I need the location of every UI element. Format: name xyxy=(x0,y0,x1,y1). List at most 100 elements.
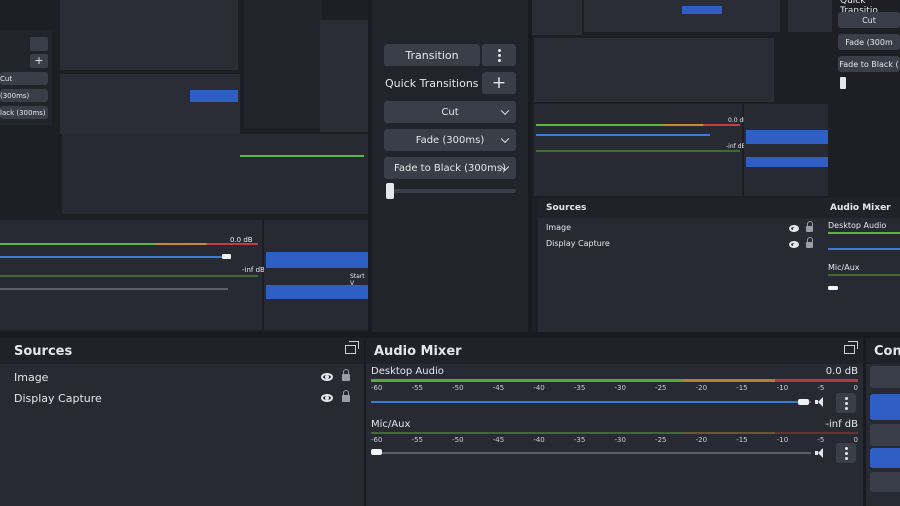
nested-channel-label: Mic/Aux xyxy=(828,263,860,272)
quick-transition-cut[interactable]: Cut xyxy=(384,101,516,123)
controls-button[interactable] xyxy=(870,472,900,492)
tick-label: -5 xyxy=(817,384,825,392)
nested-window xyxy=(534,38,774,102)
channel-db: -inf dB xyxy=(242,266,265,274)
channel-menu-button[interactable] xyxy=(836,393,856,413)
source-item-image[interactable]: Image xyxy=(14,368,354,386)
quick-transitions-label: Quick Transitions xyxy=(385,77,479,90)
tick-label: -40 xyxy=(533,436,545,444)
transition-button[interactable]: Transition xyxy=(384,44,480,66)
tick-label: -25 xyxy=(655,384,667,392)
transition-duration-track[interactable] xyxy=(386,189,516,193)
nested-slider-handle[interactable] xyxy=(840,77,846,89)
controls-button-active[interactable] xyxy=(870,448,900,468)
nested-meter xyxy=(240,155,364,157)
nested-option[interactable]: Cut xyxy=(838,12,900,28)
option-label: Fade (300m xyxy=(845,37,893,47)
visibility-eye-icon[interactable] xyxy=(321,373,333,381)
nested-meter xyxy=(0,275,258,277)
nested-plus[interactable]: + xyxy=(30,54,48,68)
tick-label: -25 xyxy=(655,436,667,444)
tick-label: -30 xyxy=(614,436,626,444)
nested-option[interactable]: Cut xyxy=(0,72,48,85)
controls-button[interactable] xyxy=(870,424,900,446)
source-item-display-capture[interactable]: Display Capture xyxy=(14,389,354,407)
level-meter xyxy=(371,379,858,382)
nested-volume-handle[interactable] xyxy=(222,254,231,259)
nested-option[interactable]: (300ms) xyxy=(0,89,48,102)
visibility-eye-icon[interactable] xyxy=(789,225,799,232)
visibility-eye-icon[interactable] xyxy=(321,394,333,402)
transition-duration-handle[interactable] xyxy=(386,183,394,199)
chevron-down-icon xyxy=(500,134,510,144)
lock-icon[interactable] xyxy=(342,369,350,381)
tick-label: -45 xyxy=(492,384,505,392)
nested-volume-fill xyxy=(0,256,224,258)
nested-option[interactable]: lack (300ms) xyxy=(0,106,48,119)
add-quick-transition-button[interactable]: + xyxy=(482,72,516,94)
transition-menu-button[interactable] xyxy=(482,44,516,66)
tick-label: 0 xyxy=(853,384,858,392)
nested-controls xyxy=(744,104,828,196)
tick-label: -20 xyxy=(695,384,708,392)
nested-mixer xyxy=(238,134,368,214)
nested-start-label: Start V xyxy=(350,273,365,287)
option-label: Cut xyxy=(0,74,13,83)
nested-window xyxy=(788,0,832,32)
nested-volume-fill xyxy=(536,134,710,136)
meter-ticks: -60 -55 -50 -45 -40 -35 -30 -25 -20 -15 -10 -5 0 xyxy=(371,384,858,392)
nested-source-label: Display Capture xyxy=(546,239,610,248)
quick-transition-fade-black[interactable]: Fade to Black (300ms) xyxy=(384,157,516,179)
nested-option[interactable]: Fade to Black ( xyxy=(838,56,900,72)
volume-slider-handle[interactable] xyxy=(798,399,809,405)
speaker-icon[interactable] xyxy=(815,448,827,458)
tick-label: -20 xyxy=(695,436,708,444)
nested-active xyxy=(190,90,238,102)
sources-dock-header: Sources xyxy=(0,338,364,364)
lock-icon[interactable] xyxy=(806,221,813,232)
nested-volume-handle[interactable] xyxy=(828,286,838,290)
tick-label: -50 xyxy=(452,384,464,392)
tick-label: -35 xyxy=(573,436,586,444)
channel-name: Mic/Aux xyxy=(371,419,411,430)
visibility-eye-icon[interactable] xyxy=(789,241,799,248)
nested-volume-track xyxy=(0,288,228,290)
nested-active xyxy=(746,130,828,144)
nested-meter xyxy=(536,124,740,126)
channel-menu-button[interactable] xyxy=(836,443,856,463)
nested-kebab[interactable] xyxy=(30,37,48,51)
volume-slider-handle[interactable] xyxy=(371,449,382,455)
nested-option[interactable]: Fade (300m xyxy=(838,34,900,50)
volume-slider-track[interactable] xyxy=(371,452,811,454)
audio-mixer-header: Audio Mixer xyxy=(366,338,863,364)
lock-icon[interactable] xyxy=(342,390,350,402)
tick-label: -55 xyxy=(411,436,424,444)
nested-window xyxy=(532,0,582,35)
transitions-dock: Transition Quick Transitions + Cut Fade … xyxy=(372,0,528,332)
controls-button-active[interactable] xyxy=(870,394,900,420)
quick-transition-fade[interactable]: Fade (300ms) xyxy=(384,129,516,151)
nested-window xyxy=(60,0,238,70)
nested-meter xyxy=(828,232,900,234)
tick-label: -15 xyxy=(736,384,748,392)
tick-label: -40 xyxy=(533,384,545,392)
undock-icon[interactable] xyxy=(844,341,858,354)
nested-obs-right: Quick Transitio Cut Fade (300m Fade to B… xyxy=(532,0,900,332)
option-label: Cut xyxy=(862,15,876,25)
channel-db: -inf dB xyxy=(726,143,746,150)
nested-sources xyxy=(62,134,238,214)
audio-mixer-dock: Audio Mixer Desktop Audio 0.0 dB -60 -55 -… xyxy=(366,338,863,506)
speaker-icon[interactable] xyxy=(815,397,827,407)
tick-label: -35 xyxy=(573,384,586,392)
nested-meter xyxy=(828,274,900,276)
sources-dock: Sources Image Display Capture xyxy=(0,338,364,506)
transition-label: Transition xyxy=(405,48,459,62)
undock-icon[interactable] xyxy=(345,341,359,354)
nested-obs-left: + Cut (300ms) lack (300ms) 0.0 dB -inf d… xyxy=(0,0,368,332)
nested-active xyxy=(266,252,368,268)
controls-button[interactable] xyxy=(870,366,900,388)
lock-icon[interactable] xyxy=(806,237,813,248)
nested-window xyxy=(584,0,780,32)
option-label: lack (300ms) xyxy=(0,108,46,117)
nested-sources-medium xyxy=(538,198,824,332)
